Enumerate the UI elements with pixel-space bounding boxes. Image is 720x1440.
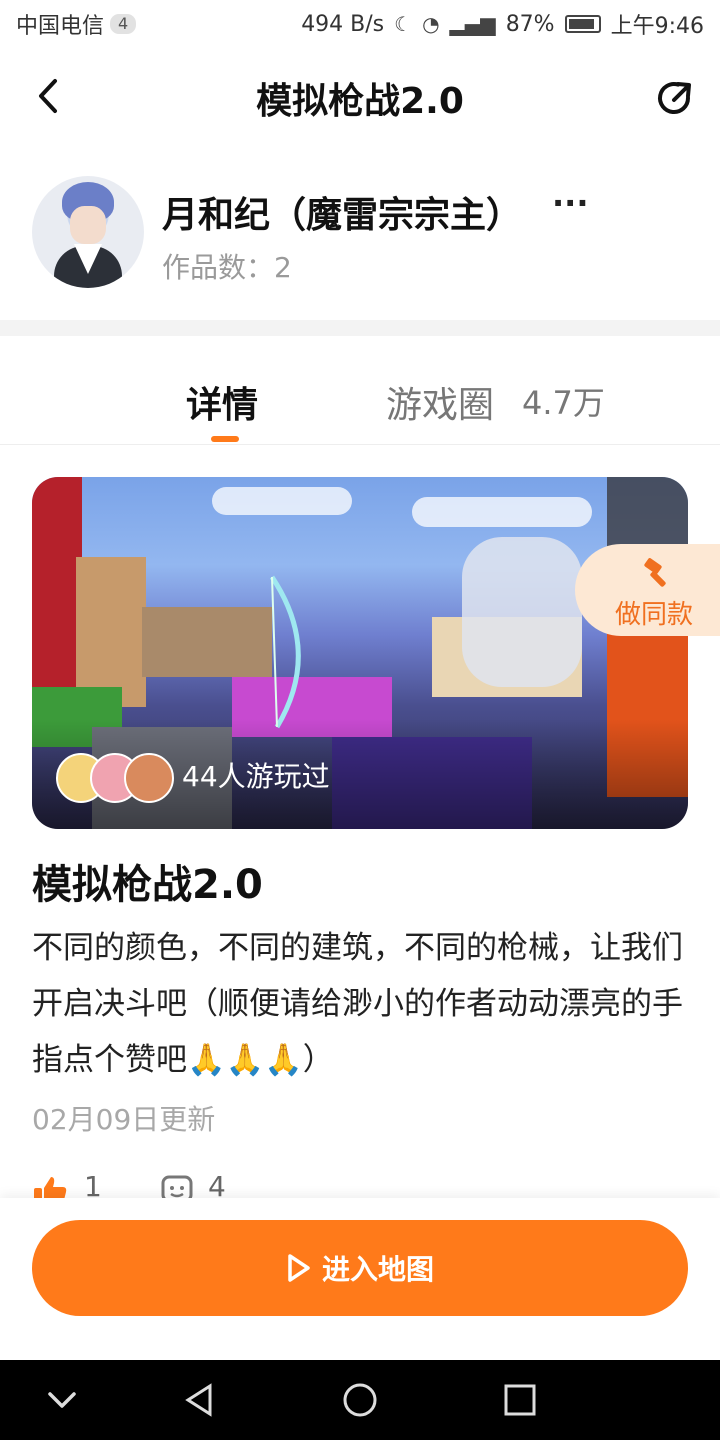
carrier-name: 中国电信: [16, 14, 105, 39]
net-speed: 494 B/s: [301, 11, 385, 37]
tab-game-circle[interactable]: 游戏圈: [386, 376, 494, 428]
share-button[interactable]: [652, 76, 696, 120]
status-left: 中国电信 4: [16, 8, 137, 40]
section-divider: [0, 320, 720, 336]
clock: 上午9:46: [610, 14, 704, 39]
game-title: 模拟枪战2.0: [32, 862, 263, 908]
share-icon: [658, 82, 691, 114]
player-avatar: [124, 753, 174, 803]
works-number: 2: [274, 251, 292, 284]
tab-detail[interactable]: 详情: [186, 376, 258, 428]
status-right: 494 B/s ☾ ◔ ▂▄▆ 87% 上午9:46: [301, 8, 704, 40]
tab-bar: 详情 游戏圈 4.7万: [0, 336, 720, 445]
hammer-icon: [644, 558, 666, 587]
play-icon: [288, 1254, 310, 1282]
update-date: 02月09日更新: [32, 1103, 216, 1136]
nav-back-icon[interactable]: [180, 1380, 220, 1420]
more-options-button[interactable]: ···: [552, 184, 588, 222]
works-label: 作品数：: [162, 251, 275, 284]
game-description: 不同的颜色，不同的建筑，不同的枪械，让我们开启决斗吧（顺便请给渺小的作者动动漂亮…: [32, 930, 683, 1078]
works-count: 作品数：2: [162, 246, 292, 286]
signal-icon: ▂▄▆: [449, 12, 496, 36]
author-row: 月和纪（魔雷宗宗主） ··· 作品数：2: [0, 168, 720, 298]
player-avatars: [56, 751, 174, 805]
enter-map-label: 进入地图: [321, 1253, 434, 1286]
battery-icon: [564, 15, 601, 33]
nav-home-icon[interactable]: [340, 1380, 380, 1420]
game-cover-image[interactable]: 44人游玩过: [32, 477, 688, 829]
enter-map-button[interactable]: 进入地图: [32, 1220, 688, 1316]
wifi-icon: ◔: [422, 12, 440, 36]
nav-recents-icon[interactable]: [500, 1380, 540, 1420]
page-title: 模拟枪战2.0: [256, 81, 464, 122]
make-same-label: 做同款: [615, 600, 694, 630]
battery-percent: 87%: [505, 11, 555, 37]
status-bar: 中国电信 4 494 B/s ☾ ◔ ▂▄▆ 87% 上午9:46: [0, 0, 720, 48]
author-name[interactable]: 月和纪（魔雷宗宗主）: [162, 186, 522, 238]
sim-badge: 4: [110, 14, 137, 34]
played-count: 44人游玩过: [182, 760, 330, 793]
author-avatar[interactable]: [32, 176, 144, 288]
top-app-bar: 模拟枪战2.0: [0, 48, 720, 144]
bottom-action-panel: 进入地图: [0, 1198, 720, 1360]
system-nav-bar: [0, 1360, 720, 1440]
chevron-down-icon[interactable]: [42, 1380, 82, 1420]
game-circle-count: 4.7万: [522, 384, 605, 422]
make-same-button[interactable]: 做同款: [575, 544, 720, 636]
active-tab-indicator: [211, 436, 239, 442]
moon-icon: ☾: [394, 12, 413, 36]
